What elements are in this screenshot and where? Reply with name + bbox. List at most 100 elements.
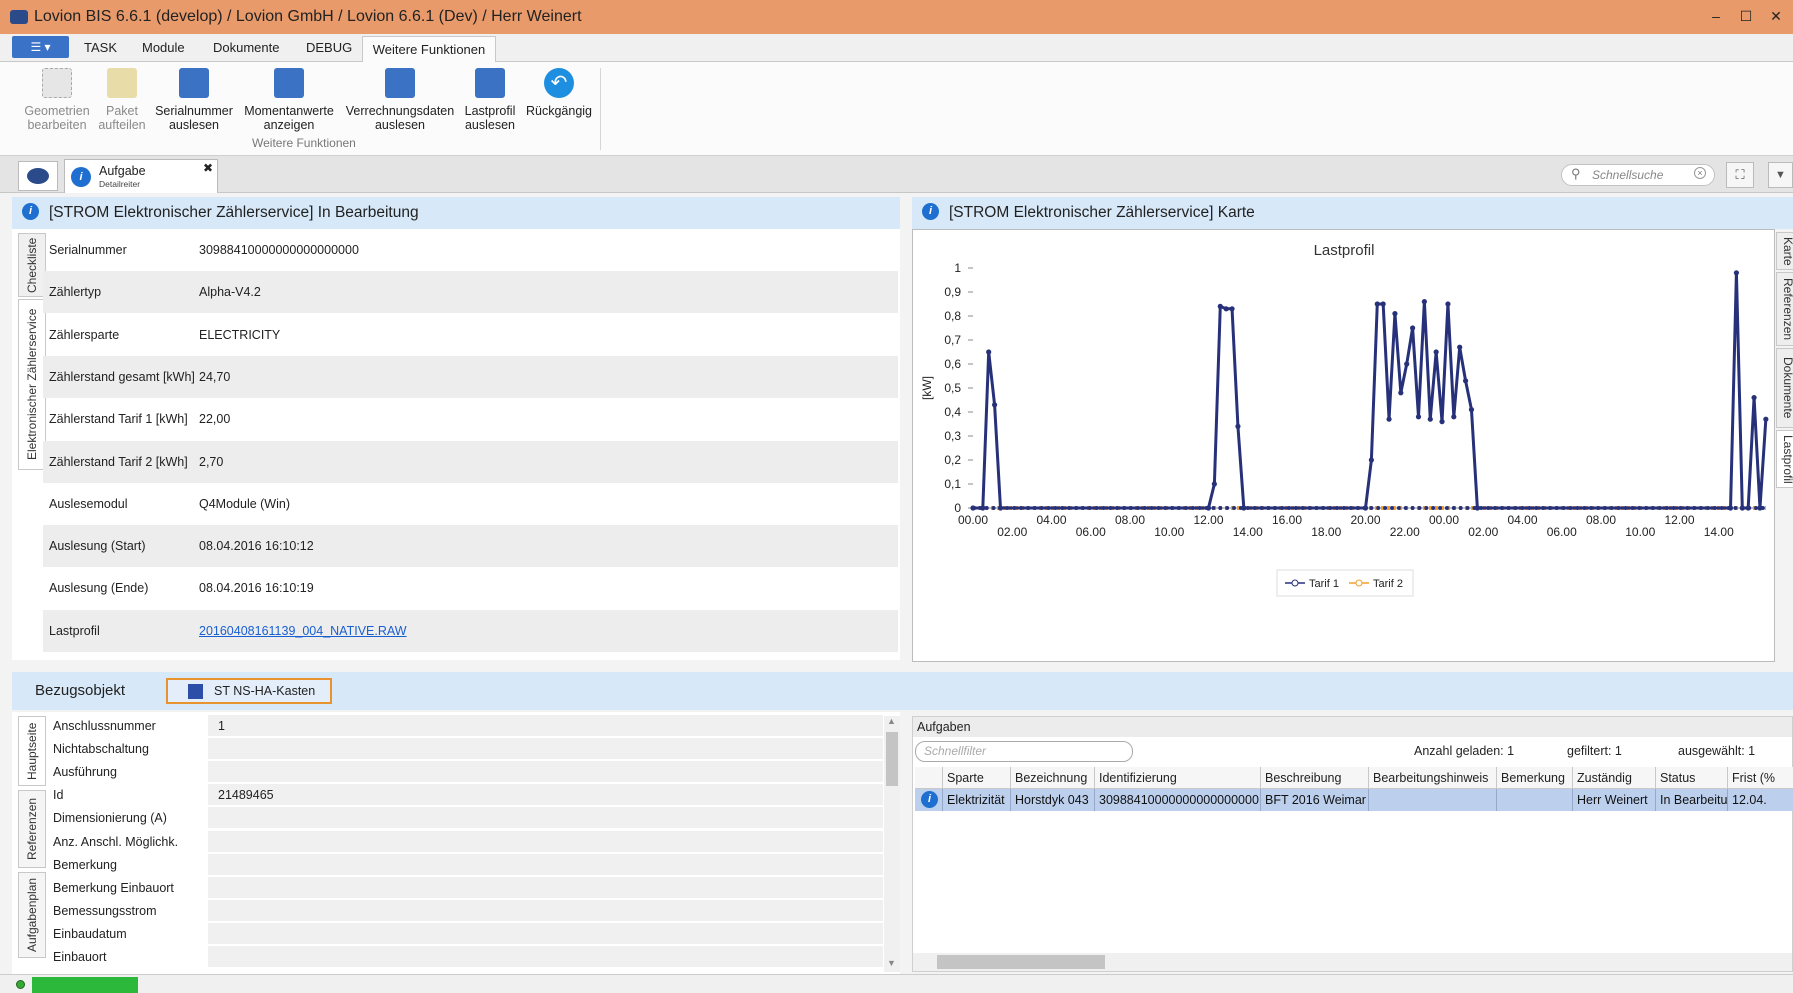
data-point: [1012, 506, 1017, 510]
fullscreen-button[interactable]: ⛶: [1726, 162, 1754, 188]
schnellfilter-input[interactable]: Schnellfilter: [915, 741, 1133, 762]
tab-task[interactable]: TASK: [84, 40, 117, 55]
side-tab-referenzen-bezug[interactable]: Referenzen: [18, 790, 46, 868]
bezug-value[interactable]: [208, 738, 883, 760]
side-tab-zaehlerservice[interactable]: Elektronischer Zählerservice: [18, 299, 46, 470]
doc-tab-title: Aufgabe: [99, 164, 146, 178]
data-point: [1479, 506, 1484, 510]
data-point: [1080, 506, 1085, 510]
progress-bar: [32, 977, 138, 993]
data-point: [1229, 306, 1235, 312]
horizontal-scrollbar[interactable]: [913, 953, 1792, 971]
data-point: [1472, 506, 1477, 510]
column-header[interactable]: Bearbeitungshinweis: [1369, 767, 1497, 789]
data-point: [1223, 306, 1229, 312]
column-header[interactable]: Identifizierung: [1095, 767, 1261, 789]
bezug-row: Nichtabschaltung: [48, 738, 883, 761]
home-tab[interactable]: [18, 161, 58, 191]
geometrien-bearbeiten-button[interactable]: Geometrien bearbeiten: [20, 66, 94, 132]
task-cell[interactable]: Herr Weinert: [1573, 789, 1656, 811]
momentanwerte-anzeigen-button[interactable]: Momentanwerte anzeigen: [240, 66, 338, 132]
column-header[interactable]: Bezeichnung: [1011, 767, 1095, 789]
st-ns-ha-kasten-button[interactable]: ST NS-HA-Kasten: [166, 678, 332, 704]
column-header[interactable]: Zuständig: [1573, 767, 1656, 789]
column-header[interactable]: Bemerkung: [1497, 767, 1573, 789]
bezug-value[interactable]: 21489465: [208, 784, 883, 806]
tab-module[interactable]: Module: [142, 40, 185, 55]
bezug-row: Bemerkung: [48, 853, 883, 877]
bezug-value[interactable]: [208, 761, 883, 783]
doc-tab-close-icon[interactable]: ✖: [203, 161, 213, 175]
data-point: [1348, 506, 1353, 510]
close-button[interactable]: ✕: [1762, 6, 1790, 26]
side-tab-referenzen[interactable]: Referenzen: [1776, 272, 1793, 346]
rueckgaengig-button[interactable]: ↶ Rückgängig: [524, 66, 594, 118]
dropdown-button[interactable]: ▼: [1768, 162, 1793, 188]
vertical-scrollbar[interactable]: ▲ ▼: [884, 716, 900, 972]
bezug-row: Bemessungsstrom: [48, 899, 883, 923]
task-cell[interactable]: BFT 2016 Weimar: [1261, 789, 1369, 811]
window-title: Lovion BIS 6.6.1 (develop) / Lovion GmbH…: [34, 8, 582, 25]
bezug-value[interactable]: [208, 853, 883, 875]
hscroll-thumb[interactable]: [937, 955, 1105, 969]
column-header[interactable]: Frist (%: [1728, 767, 1793, 789]
data-point: [1286, 506, 1291, 510]
data-point: [1170, 506, 1175, 510]
side-tab-karte[interactable]: Karte: [1776, 232, 1793, 270]
schnellsuche-input[interactable]: Schnellsuche: [1561, 164, 1715, 186]
side-tab-hauptseite[interactable]: Hauptseite: [18, 716, 46, 786]
data-point: [1039, 506, 1044, 510]
task-cell[interactable]: 12.04.: [1728, 789, 1793, 811]
bezug-label: Anz. Anschl. Möglichk.: [53, 834, 179, 849]
tab-dokumente[interactable]: Dokumente: [213, 40, 279, 55]
bezug-label: Ausführung: [53, 765, 117, 780]
column-header[interactable]: Sparte: [943, 767, 1011, 789]
column-header[interactable]: Status: [1656, 767, 1728, 789]
lastprofil-link[interactable]: 20160408161139_004_NATIVE.RAW: [199, 610, 407, 652]
scroll-thumb[interactable]: [886, 732, 898, 786]
data-point: [1374, 301, 1380, 307]
task-cell[interactable]: Horstdyk 043: [1011, 789, 1095, 811]
data-point: [1534, 506, 1539, 510]
paket-aufteilen-button[interactable]: Paket aufteilen: [96, 66, 148, 132]
data-point: [1493, 506, 1498, 510]
data-point: [1321, 506, 1326, 510]
minimize-button[interactable]: –: [1702, 6, 1730, 26]
serialnummer-auslesen-button[interactable]: Serialnummer auslesen: [152, 66, 236, 132]
geometry-icon: [42, 68, 72, 98]
bezug-value[interactable]: [208, 946, 883, 967]
bezug-value[interactable]: [208, 830, 883, 852]
data-point: [1067, 506, 1072, 510]
data-point: [1245, 506, 1250, 510]
lastprofil-auslesen-button[interactable]: Lastprofil auslesen: [460, 66, 520, 132]
app-menu-button[interactable]: ☰ ▾: [12, 36, 69, 58]
task-cell[interactable]: 30988410000000000000000: [1095, 789, 1261, 811]
task-cell[interactable]: [1369, 789, 1497, 811]
ribbon-group-label: Weitere Funktionen: [252, 136, 356, 150]
doc-tab-aufgabe[interactable]: i Aufgabe Detailreiter ✖: [64, 159, 218, 193]
maximize-button[interactable]: ☐: [1732, 6, 1760, 26]
column-header[interactable]: Beschreibung: [1261, 767, 1369, 789]
side-tab-checkliste[interactable]: Checkliste: [18, 233, 46, 297]
row-selector[interactable]: i: [915, 789, 943, 811]
legend-tarif2-marker: [1355, 579, 1363, 587]
side-tab-aufgabenplan[interactable]: Aufgabenplan: [18, 872, 46, 958]
data-point: [1300, 506, 1305, 510]
clear-search-icon[interactable]: ×: [1694, 167, 1706, 179]
scroll-down-icon[interactable]: ▼: [887, 958, 896, 968]
tab-weitere-funktionen[interactable]: Weitere Funktionen: [362, 36, 496, 63]
bezug-value[interactable]: [208, 922, 883, 944]
verrechnungsdaten-auslesen-button[interactable]: Verrechnungsdaten auslesen: [344, 66, 456, 132]
tab-debug[interactable]: DEBUG: [306, 40, 352, 55]
task-cell[interactable]: In Bearbeitung: [1656, 789, 1728, 811]
side-tab-lastprofil[interactable]: Lastprofil: [1776, 430, 1793, 488]
scroll-up-icon[interactable]: ▲: [887, 716, 896, 726]
bezug-value[interactable]: 1: [208, 715, 883, 736]
bezug-value[interactable]: [208, 899, 883, 921]
task-cell[interactable]: [1497, 789, 1573, 811]
bezug-value[interactable]: [208, 876, 883, 898]
task-cell[interactable]: Elektrizität: [943, 789, 1011, 811]
side-tab-dokumente[interactable]: Dokumente: [1776, 348, 1793, 428]
bezug-value[interactable]: [208, 807, 883, 829]
data-point: [1392, 311, 1398, 317]
